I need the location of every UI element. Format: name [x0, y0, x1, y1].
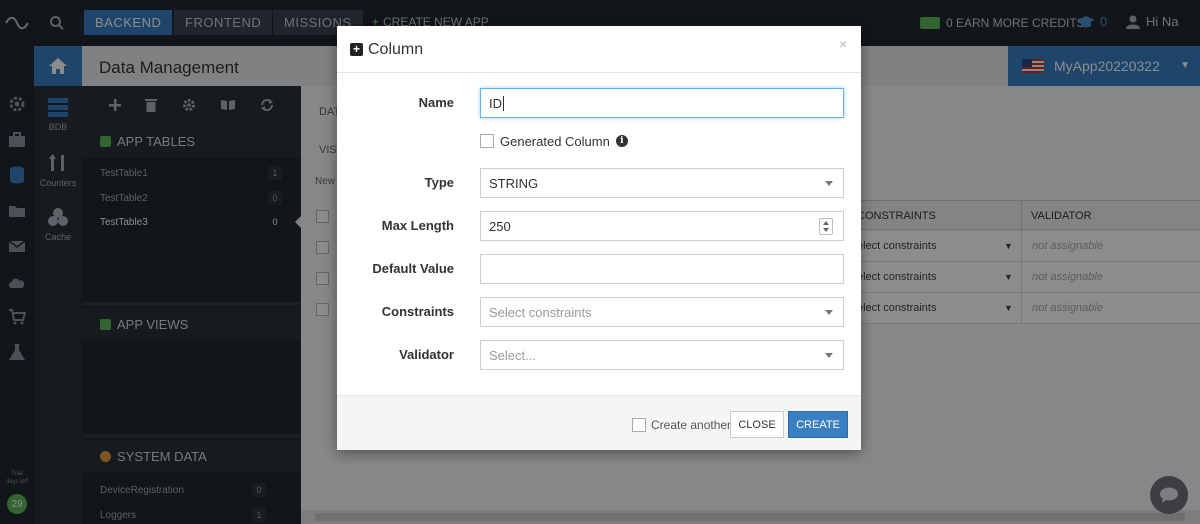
plus-square-icon: + [350, 43, 363, 56]
create-button[interactable]: CREATE [788, 411, 848, 438]
generated-column-row: Generated Column i [480, 133, 628, 149]
max-length-label: Max Length [381, 218, 454, 233]
chevron-down-icon [825, 181, 833, 186]
info-icon[interactable]: i [615, 135, 628, 147]
name-label: Name [418, 95, 454, 110]
chevron-down-icon [825, 310, 833, 315]
number-spinner[interactable] [819, 218, 833, 235]
constraints-select[interactable]: Select constraints [480, 297, 844, 327]
close-button[interactable]: CLOSE [730, 411, 784, 438]
type-label: Type [424, 175, 454, 190]
default-value-label: Default Value [372, 261, 454, 276]
create-another-option[interactable]: Create another [632, 418, 731, 432]
dialog-header: + Column × [337, 26, 861, 73]
chevron-down-icon [825, 353, 833, 358]
name-input[interactable]: ID [480, 88, 844, 118]
dialog-title: Column [368, 41, 424, 58]
type-select[interactable]: STRING [480, 168, 844, 198]
constraints-label: Constraints [381, 304, 454, 319]
close-icon[interactable]: × [839, 36, 847, 52]
validator-select[interactable]: Select... [480, 340, 844, 370]
create-another-checkbox[interactable] [632, 418, 646, 432]
validator-label: Validator [399, 347, 454, 362]
max-length-input[interactable]: 250 [480, 211, 844, 241]
dialog-footer: Create another CLOSE CREATE [337, 395, 861, 450]
column-dialog: + Column × Name ID Generated Column i Ty… [337, 26, 861, 450]
generated-column-checkbox[interactable] [480, 134, 494, 148]
default-value-input[interactable] [480, 254, 844, 284]
